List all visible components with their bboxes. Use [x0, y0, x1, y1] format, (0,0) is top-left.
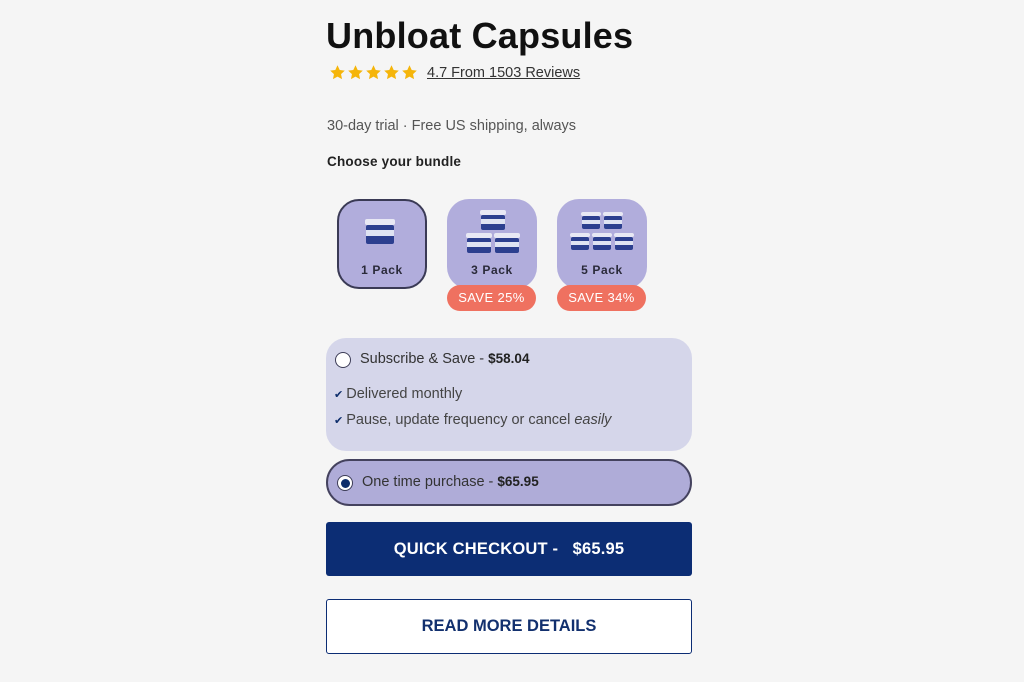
rating-row: 4.7 From 1503 Reviews: [329, 64, 580, 81]
one-time-label-text: One time purchase -: [362, 474, 498, 490]
pack-label: 5 Pack: [581, 263, 623, 277]
product-title: Unbloat Capsules: [326, 15, 634, 56]
pack-label: 3 Pack: [471, 263, 513, 277]
star-icon: [402, 65, 417, 80]
subscribe-radio[interactable]: [335, 352, 351, 368]
star-icon: [384, 65, 399, 80]
bundle-option-5-pack[interactable]: 5 Pack: [557, 199, 647, 289]
benefit-text: Pause, update frequency or cancel: [346, 412, 571, 428]
subscribe-label-text: Subscribe & Save -: [360, 351, 489, 367]
trial-shipping-text: 30-day trial · Free US shipping, always: [327, 118, 577, 134]
capsule-jar-icon: [365, 219, 395, 244]
star-icon: [330, 65, 345, 80]
star-icon: [366, 65, 381, 80]
checkout-price: $65.95: [572, 540, 625, 558]
star-icon: [348, 65, 363, 80]
checkmark-icon: ✔: [334, 415, 344, 427]
read-more-details-button[interactable]: READ MORE DETAILS: [326, 599, 692, 654]
quick-checkout-button[interactable]: QUICK CHECKOUT - $65.95: [326, 522, 692, 576]
rating-stars: [329, 64, 418, 81]
capsule-jar-icon: [466, 210, 520, 253]
capsule-jar-icon: [570, 212, 634, 250]
one-time-option-label: One time purchase - $65.95: [362, 474, 539, 490]
pack-label: 1 Pack: [361, 263, 403, 277]
checkout-label: QUICK CHECKOUT -: [393, 540, 559, 558]
bundle-heading: Choose your bundle: [327, 154, 462, 169]
benefit-text: Delivered monthly: [346, 386, 463, 402]
benefit-item: ✔ Pause, update frequency or cancel easil…: [334, 412, 611, 428]
subscribe-save-option[interactable]: Subscribe & Save - $58.04 ✔ Delivered mon…: [326, 338, 692, 451]
save-badge-5-pack: SAVE 34%: [557, 285, 646, 311]
subscribe-price: $58.04: [488, 351, 530, 366]
benefit-item: ✔ Delivered monthly: [334, 386, 462, 402]
subscribe-option-label: Subscribe & Save - $58.04: [360, 351, 529, 367]
bundle-option-3-pack[interactable]: 3 Pack: [447, 199, 537, 289]
save-badge-3-pack: SAVE 25%: [447, 285, 536, 311]
one-time-radio[interactable]: [337, 475, 353, 491]
bundle-options: 1 Pack 3 Pack SAVE 25% 5 Pack SAVE 34%: [337, 199, 657, 314]
checkmark-icon: ✔: [334, 389, 344, 401]
reviews-link[interactable]: 4.7 From 1503 Reviews: [427, 65, 580, 81]
benefit-emphasis: easily: [574, 412, 612, 428]
one-time-purchase-option[interactable]: One time purchase - $65.95: [326, 459, 692, 506]
one-time-price: $65.95: [497, 474, 539, 489]
bundle-option-1-pack[interactable]: 1 Pack: [337, 199, 427, 289]
